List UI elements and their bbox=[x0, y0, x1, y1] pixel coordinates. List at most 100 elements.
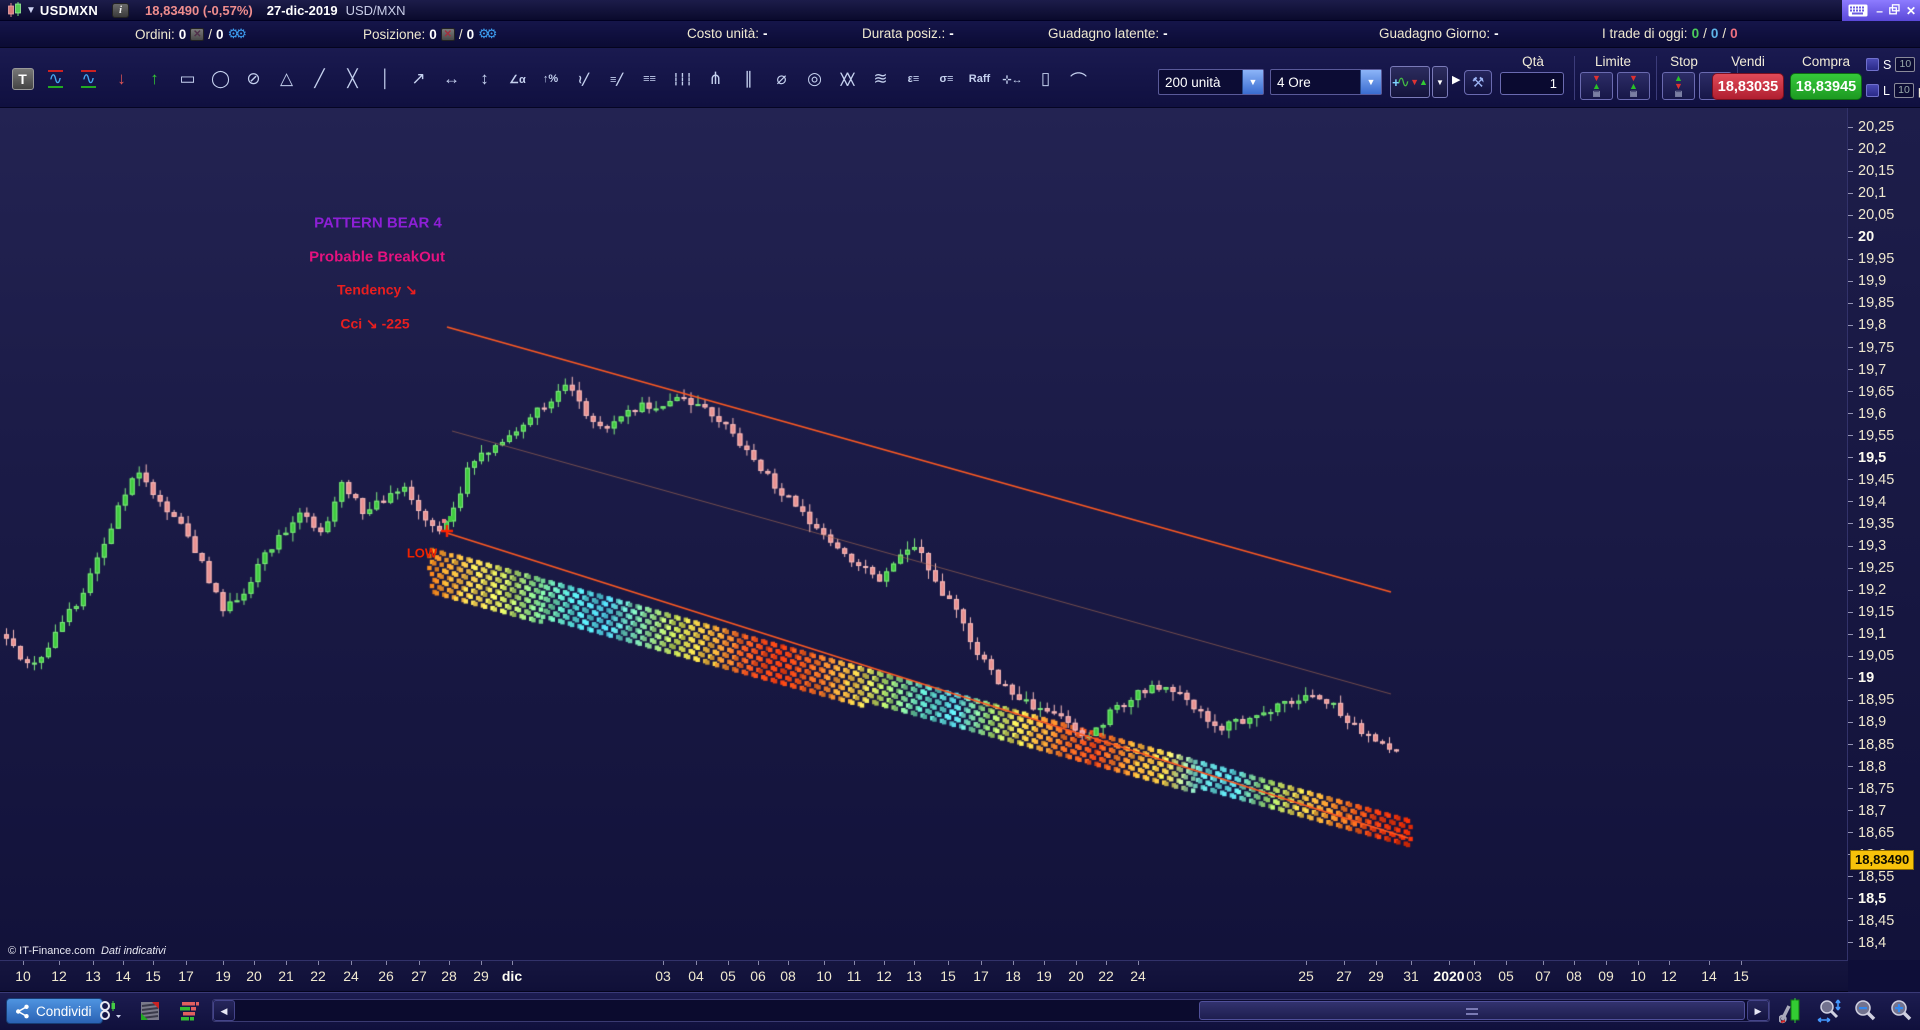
chart-area[interactable]: PATTERN BEAR 4Probable BreakOutTendency … bbox=[0, 108, 1848, 960]
arrow-up-tool[interactable]: ↑ bbox=[138, 62, 171, 96]
buy-limit-order-button[interactable]: ▼▲▤ bbox=[1580, 72, 1613, 100]
price-tick: 19,2 bbox=[1858, 582, 1886, 598]
chevron-down-icon[interactable]: ▼ bbox=[1242, 70, 1263, 94]
fibonacci-retracement-tool[interactable]: ≡╱ bbox=[600, 62, 633, 96]
time-tick: 15 bbox=[1733, 968, 1749, 984]
pattern-bull-tool[interactable]: ∿ bbox=[39, 62, 72, 96]
order-book-icon[interactable] bbox=[176, 998, 204, 1024]
minimize-button[interactable]: – bbox=[1876, 5, 1883, 17]
info-button[interactable]: i bbox=[112, 3, 129, 18]
limit-checkbox[interactable] bbox=[1866, 84, 1879, 97]
scroll-left-icon[interactable]: ◀ bbox=[213, 1000, 235, 1021]
link-chart-icon[interactable] bbox=[96, 998, 124, 1024]
candlestick-logo-icon bbox=[6, 2, 24, 18]
fibonacci-extension-tool[interactable]: ≡≡ bbox=[633, 62, 666, 96]
add-indicator-button[interactable]: +∿▼▲ bbox=[1390, 66, 1430, 98]
pitchfork-tool[interactable]: ⋔ bbox=[699, 62, 732, 96]
triangle-tool[interactable]: △ bbox=[270, 62, 303, 96]
spiral-tool[interactable]: ◎ bbox=[798, 62, 831, 96]
trades-today-status: I trade di oggi: 0 / 0 / 0 bbox=[1602, 26, 1738, 41]
measure-tool[interactable]: ⊹↔ bbox=[996, 62, 1029, 96]
status-bar: Ordini: 0 ✕ / 0 ⚙⚙ Posizione: 0 ✕ / 0 ⚙⚙… bbox=[0, 21, 1920, 48]
epsilon-channel-tool[interactable]: ε≡ bbox=[897, 62, 930, 96]
extended-line-tool[interactable]: ╳ bbox=[336, 62, 369, 96]
trend-channel-tool[interactable]: ≀╱ bbox=[567, 62, 600, 96]
price-tick: 18,95 bbox=[1858, 692, 1894, 708]
stop-pip-row: S 10 pip bbox=[1866, 57, 1920, 72]
arrow-down-tool[interactable]: ↓ bbox=[105, 62, 138, 96]
rectangle-tool[interactable]: ▭ bbox=[171, 62, 204, 96]
price-tick: 19,75 bbox=[1858, 340, 1894, 356]
time-cycles-tool[interactable]: ┆┆┆ bbox=[666, 62, 699, 96]
ellipse-tool[interactable]: ◯ bbox=[204, 62, 237, 96]
time-tick: 20 bbox=[1068, 968, 1084, 984]
rotated-ellipse-tool[interactable]: ⊘ bbox=[237, 62, 270, 96]
time-tick: 15 bbox=[145, 968, 161, 984]
window-controls: – ✕ bbox=[1842, 0, 1920, 21]
close-position-icon[interactable]: ✕ bbox=[441, 28, 455, 41]
time-tick: 27 bbox=[411, 968, 427, 984]
pattern-bear-tool[interactable]: ∿ bbox=[72, 62, 105, 96]
chart-scrollbar[interactable]: ◀ ▶ bbox=[212, 999, 1770, 1022]
sell-button[interactable]: 18,83035 bbox=[1712, 73, 1784, 100]
sell-limit-order-button[interactable]: ▼▲▤ bbox=[1617, 72, 1650, 100]
zoom-out-icon[interactable] bbox=[1850, 997, 1880, 1025]
time-tick: 2020 bbox=[1433, 968, 1464, 984]
close-button[interactable]: ✕ bbox=[1906, 5, 1916, 17]
chart-options-icon[interactable] bbox=[1776, 997, 1806, 1025]
panel-collapse-icon[interactable]: ▶ bbox=[1452, 73, 1460, 86]
detached-list-icon[interactable] bbox=[136, 998, 164, 1024]
raff-channel-tool[interactable]: Raff bbox=[963, 62, 996, 96]
vertical-segment-tool[interactable]: ↕ bbox=[468, 62, 501, 96]
bottom-bar: Condividi bbox=[0, 992, 1920, 1030]
time-tick: 29 bbox=[473, 968, 489, 984]
keyboard-icon[interactable] bbox=[1848, 4, 1868, 17]
position-settings-icon[interactable]: ⚙⚙ bbox=[478, 26, 493, 42]
scrollbar-thumb[interactable] bbox=[1199, 1001, 1745, 1020]
horizontal-segment-tool[interactable]: ↔ bbox=[435, 62, 468, 96]
quantity-input[interactable] bbox=[1500, 72, 1564, 95]
time-axis[interactable]: 101213141517192021222426272829dic0304050… bbox=[0, 960, 1848, 992]
price-axis[interactable]: 20,2520,220,1520,120,052019,9519,919,851… bbox=[1848, 108, 1920, 960]
delete-drawings-tool[interactable]: ▯ bbox=[1029, 62, 1062, 96]
cancel-orders-icon[interactable]: ✕ bbox=[190, 28, 204, 41]
fan-arc-tool[interactable]: ⌒ bbox=[1062, 62, 1095, 96]
price-tick: 18,4 bbox=[1858, 935, 1886, 951]
buy-stop-order-button[interactable]: ▲▼▤ bbox=[1662, 72, 1695, 100]
stop-checkbox[interactable] bbox=[1866, 58, 1879, 71]
line-tool[interactable]: ╱ bbox=[303, 62, 336, 96]
segment-tool[interactable]: ↗ bbox=[402, 62, 435, 96]
zoom-in-icon[interactable] bbox=[1886, 997, 1916, 1025]
limit-pip-value[interactable]: 10 bbox=[1894, 83, 1914, 98]
restore-button[interactable] bbox=[1889, 4, 1900, 17]
time-tick: 19 bbox=[1036, 968, 1052, 984]
buy-button[interactable]: 18,83945 bbox=[1790, 73, 1862, 100]
angle-tool[interactable]: ∠α bbox=[501, 62, 534, 96]
text-tool[interactable]: T bbox=[6, 62, 39, 96]
timeframe-select[interactable]: 4 Ore ▼ bbox=[1270, 69, 1382, 95]
sigma-channel-tool[interactable]: σ≡ bbox=[930, 62, 963, 96]
current-price-tag: 18,83490 bbox=[1850, 850, 1914, 870]
order-settings-button[interactable]: ⚒ bbox=[1464, 70, 1492, 95]
elliott-wave-tool[interactable]: ≋ bbox=[864, 62, 897, 96]
scroll-right-icon[interactable]: ▶ bbox=[1747, 1000, 1769, 1021]
orders-settings-icon[interactable]: ⚙⚙ bbox=[228, 26, 243, 42]
symbol-dropdown-icon[interactable]: ▼ bbox=[26, 5, 36, 16]
drawing-toolbar: T∿∿↓↑▭◯⊘△╱╳│↗↔↕∠α↑%≀╱≡╱≡≡┆┆┆⋔∥⌀◎╳╳≋ε≡σ≡R… bbox=[0, 48, 1920, 108]
indicator-dropdown-icon[interactable]: ▼ bbox=[1432, 66, 1448, 98]
crossed-ellipse-tool[interactable]: ⌀ bbox=[765, 62, 798, 96]
zoom-fit-icon[interactable] bbox=[1814, 997, 1844, 1025]
time-tick: 12 bbox=[51, 968, 67, 984]
time-tick: 10 bbox=[816, 968, 832, 984]
chevron-down-icon[interactable]: ▼ bbox=[1360, 70, 1381, 94]
percent-change-tool[interactable]: ↑% bbox=[534, 62, 567, 96]
units-select[interactable]: 200 unità ▼ bbox=[1158, 69, 1264, 95]
symbol-name[interactable]: USDMXN bbox=[40, 3, 98, 18]
candlestick-chart[interactable] bbox=[0, 108, 1848, 960]
parallel-lines-tool[interactable]: ∥ bbox=[732, 62, 765, 96]
share-button[interactable]: Condividi bbox=[6, 998, 103, 1024]
cross-lines-tool[interactable]: ╳╳ bbox=[831, 62, 864, 96]
stop-pip-value[interactable]: 10 bbox=[1895, 57, 1915, 72]
vertical-line-tool[interactable]: │ bbox=[369, 62, 402, 96]
low-label: LOW bbox=[407, 546, 437, 561]
